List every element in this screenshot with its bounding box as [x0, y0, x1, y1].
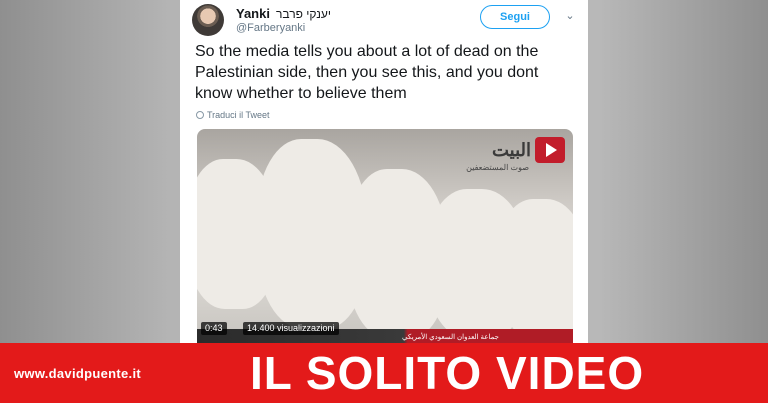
headline-banner: www.davidpuente.it IL SOLITO VIDEO: [0, 343, 768, 403]
video-frame-shape: [497, 199, 573, 339]
play-logo-icon: [535, 137, 565, 163]
video-view-count: 14.400 visualizzazioni: [243, 322, 339, 335]
channel-logo-subtitle: صوت المستضعفين: [466, 163, 529, 172]
follow-button[interactable]: Segui: [480, 5, 550, 29]
translate-tweet-link[interactable]: Traduci il Tweet: [196, 110, 270, 120]
hebrew-name[interactable]: יענקי פרבר: [276, 7, 331, 21]
ticker-text: جماعة العدوان السعودي الأمريكي: [402, 334, 499, 341]
chevron-down-icon[interactable]: ⌄: [563, 9, 577, 23]
channel-logo-text: البيت: [491, 139, 531, 160]
tweet-text: So the media tells you about a lot of de…: [195, 43, 539, 102]
user-handle[interactable]: @Farberyanki: [236, 22, 305, 34]
site-url[interactable]: www.davidpuente.it: [14, 366, 141, 381]
translate-label: Traduci il Tweet: [207, 110, 270, 120]
headline: IL SOLITO VIDEO: [250, 347, 645, 399]
avatar[interactable]: [192, 4, 224, 36]
video-duration: 0:43: [201, 322, 227, 335]
display-name[interactable]: Yanki: [236, 6, 270, 21]
globe-icon: [196, 111, 204, 119]
tweet-card: Yanki יענקי פרבר @Farberyanki Segui ⌄ So…: [180, 0, 588, 343]
author-name-row[interactable]: Yanki יענקי פרבר: [236, 6, 331, 21]
video-player[interactable]: البيت صوت المستضعفين جماعة العدوان السعو…: [197, 129, 573, 343]
channel-logo: البيت: [492, 137, 565, 163]
